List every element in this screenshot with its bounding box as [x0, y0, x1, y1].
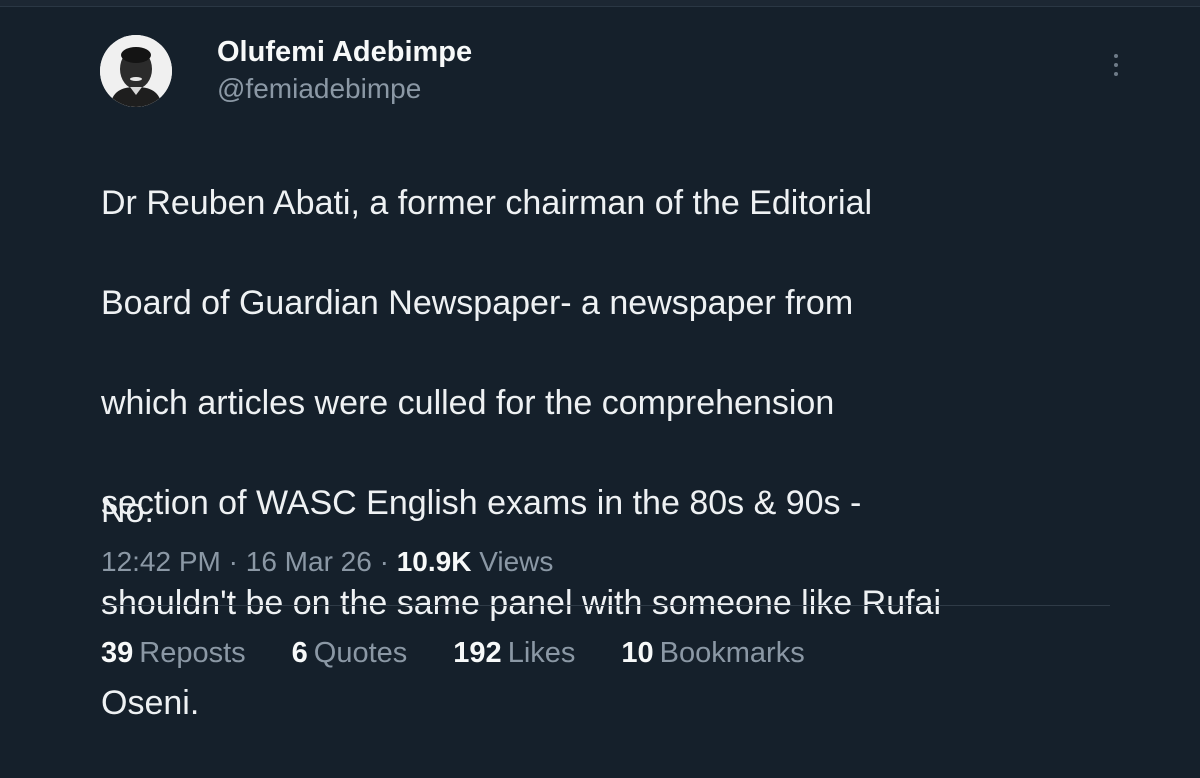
- tweet-text-line: Board of Guardian Newspaper- a newspaper…: [101, 284, 854, 322]
- avatar-image: [100, 35, 172, 107]
- tweet-text-line: which articles were culled for the compr…: [101, 384, 835, 422]
- tweet-time[interactable]: 12:42 PM: [101, 546, 221, 577]
- bookmarks-count: 10: [621, 637, 654, 669]
- tweet-text: Dr Reuben Abati, a former chairman of th…: [101, 128, 1161, 778]
- views-label[interactable]: Views: [479, 546, 553, 577]
- tweet-text-line: section of WASC English exams in the 80s…: [101, 484, 862, 522]
- display-name[interactable]: Olufemi Adebimpe: [217, 36, 472, 69]
- more-options-button[interactable]: [1103, 50, 1129, 80]
- likes-stat[interactable]: 192 Likes: [453, 637, 575, 670]
- likes-count: 192: [453, 637, 502, 669]
- reposts-stat[interactable]: 39 Reposts: [101, 637, 246, 670]
- user-handle[interactable]: @femiadebimpe: [217, 73, 421, 105]
- reposts-label: Reposts: [139, 637, 246, 669]
- tweet-meta: 12:42 PM · 16 Mar 26 · 10.9K Views: [101, 546, 553, 578]
- tweet-text-line: Oseni.: [101, 684, 200, 722]
- tweet-text-final-line: No.: [101, 492, 154, 530]
- stats-divider: [101, 605, 1110, 606]
- bookmarks-stat[interactable]: 10 Bookmarks: [621, 637, 804, 670]
- tweet-card: Olufemi Adebimpe @femiadebimpe Dr Reuben…: [0, 0, 1200, 722]
- tweet-text-line: shouldn't be on the same panel with some…: [101, 584, 942, 622]
- quotes-stat[interactable]: 6 Quotes: [292, 637, 408, 670]
- engagement-stats: 39 Reposts 6 Quotes 192 Likes 10 Bookmarks: [101, 637, 805, 670]
- views-count[interactable]: 10.9K: [397, 546, 472, 577]
- tweet-text-line: Dr Reuben Abati, a former chairman of th…: [101, 184, 873, 222]
- meta-separator: ·: [228, 546, 238, 577]
- quotes-label: Quotes: [313, 637, 408, 669]
- reposts-count: 39: [101, 637, 134, 669]
- bookmarks-label: Bookmarks: [659, 637, 805, 669]
- quotes-count: 6: [291, 637, 308, 669]
- likes-label: Likes: [507, 637, 576, 669]
- avatar[interactable]: [100, 35, 172, 107]
- meta-separator: ·: [379, 546, 389, 577]
- tweet-date[interactable]: 16 Mar 26: [246, 546, 372, 577]
